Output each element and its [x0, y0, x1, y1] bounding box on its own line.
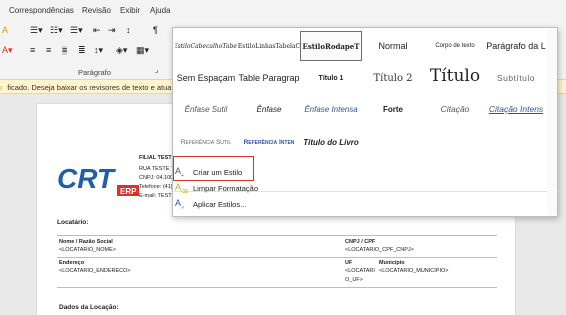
style-enfase-intensa[interactable]: Ênfase Intensa [300, 94, 362, 124]
numbering-icon[interactable]: ☷▾ [50, 26, 63, 35]
align-right-icon[interactable]: ≡ [62, 46, 68, 55]
style-corpo-de-texto[interactable]: Corpo de texto [424, 31, 486, 61]
style-referencia-intensa[interactable]: Referência Inten [238, 127, 300, 157]
style-normal[interactable]: Normal [362, 31, 424, 61]
style-titulo[interactable]: Título [424, 61, 486, 91]
notice-warning-icon: ı [0, 83, 3, 92]
dialog-launcher-icon[interactable]: ⌟ [155, 67, 158, 74]
value-uf: <LOCATARI [345, 268, 375, 274]
align-left-icon[interactable]: ≡ [30, 46, 35, 55]
tab-ajuda[interactable]: Ajuda [150, 6, 170, 15]
style-subtitulo[interactable]: Subtítulo [485, 63, 547, 93]
table-row-divider [57, 257, 497, 258]
align-center-icon[interactable]: ≡ [46, 46, 51, 55]
style-citacao[interactable]: Citação [424, 94, 486, 124]
borders-icon[interactable]: ▦▾ [136, 46, 149, 55]
ribbon-tabs: Correspondências Revisão Exibir Ajuda [0, 0, 566, 20]
style-estilo-linhas-tabela[interactable]: EstiloLinhasTabelaC [238, 31, 300, 61]
group-label-paragraph: Parágrafo [78, 68, 111, 77]
decrease-indent-icon[interactable]: ⇤ [93, 26, 101, 35]
style-estilo-cabecalho-tabela[interactable]: EstiloCabecalhoTabel [175, 31, 237, 61]
apply-styles-menu-item[interactable]: A✓ Aplicar Estilos... [175, 196, 246, 212]
tab-correspondencias[interactable]: Correspondências [9, 6, 74, 15]
label-nome: Nome / Razão Social [59, 239, 113, 245]
justify-icon[interactable]: ≣ [78, 46, 86, 55]
style-sem-espacamento[interactable]: Sem Espaçam [175, 63, 237, 93]
company-logo: CRT ERP [57, 163, 139, 203]
highlight-icon[interactable]: A [2, 26, 8, 35]
section-locatario: Locatário: [57, 219, 89, 226]
pilcrow-icon[interactable]: ¶ [153, 26, 158, 35]
style-referencia-sutil[interactable]: Referência Sutil [175, 127, 237, 157]
style-estilo-rodape[interactable]: EstiloRodapeT [300, 31, 362, 61]
label-municipio: Município [379, 260, 405, 266]
highlight-annotation [173, 156, 254, 181]
font-color-icon[interactable]: A▾ [2, 46, 13, 55]
table-border-top [57, 235, 497, 236]
tab-exibir[interactable]: Exibir [120, 6, 140, 15]
value-cnpj: <LOCATARIO_CPF_CNPJ> [345, 247, 414, 253]
style-titulo-do-livro[interactable]: Título do Livro [300, 127, 362, 157]
logo-sub: ERP [120, 187, 137, 196]
apply-styles-label: Aplicar Estilos... [193, 199, 247, 209]
value-nome: <LOCATARIO_NOME> [59, 247, 116, 253]
style-paragrafo-da-lista[interactable]: Parágrafo da L [485, 31, 547, 61]
style-titulo-2[interactable]: Título 2 [362, 63, 424, 93]
line-spacing-icon[interactable]: ↕▾ [94, 46, 103, 55]
clear-formatting-menu-item[interactable]: A⌫ Limpar Formatação [175, 180, 258, 196]
gallery-scrollbar[interactable] [547, 29, 557, 215]
shading-icon[interactable]: ◈▾ [116, 46, 127, 55]
value-uf-cont: O_UF> [345, 277, 363, 283]
style-enfase-sutil[interactable]: Ênfase Sutil [175, 94, 237, 124]
clear-formatting-icon: A⌫ [175, 181, 189, 195]
logo-text: CRT [57, 164, 117, 194]
section-locacao: Dados da Locação: [59, 304, 119, 311]
apply-styles-icon: A✓ [175, 197, 186, 211]
sort-icon[interactable]: ↕ [126, 26, 131, 35]
table-border-bottom [57, 287, 497, 288]
style-table-paragraph[interactable]: Table Paragrap [238, 63, 300, 93]
company-cnpj: CNPJ: 04.100. [139, 175, 175, 181]
style-forte[interactable]: Forte [362, 94, 424, 124]
style-enfase[interactable]: Ênfase [238, 94, 300, 124]
label-endereco: Endereço [59, 260, 85, 266]
increase-indent-icon[interactable]: ⇥ [108, 26, 116, 35]
style-titulo-1[interactable]: Título 1 [300, 63, 362, 93]
tab-revisao[interactable]: Revisão [82, 6, 111, 15]
label-cnpj: CNPJ / CPF [345, 239, 376, 245]
value-municipio: <LOCATARIO_MUNICIPIO> [379, 268, 449, 274]
value-endereco: <LOCATARIO_ENDERECO> [59, 268, 131, 274]
multilevel-list-icon[interactable]: ☰▾ [70, 26, 83, 35]
style-citacao-intensa[interactable]: Citação Intens [485, 94, 547, 124]
bullets-icon[interactable]: ☰▾ [30, 26, 43, 35]
clear-formatting-label: Limpar Formatação [193, 183, 259, 193]
label-uf: UF [345, 260, 353, 266]
company-name: FILIAL TESTE [139, 155, 176, 161]
